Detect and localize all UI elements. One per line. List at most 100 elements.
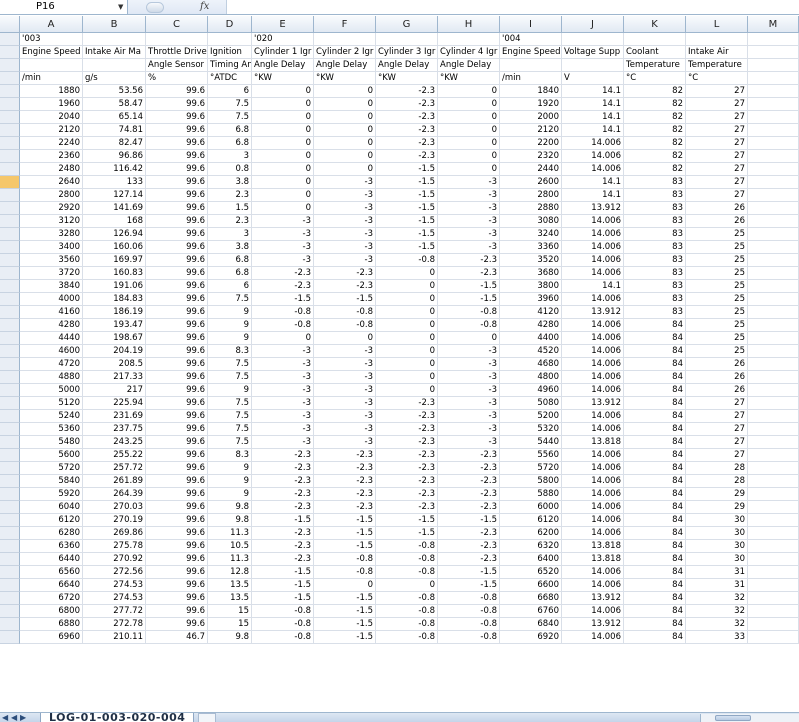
row-header[interactable] (0, 371, 20, 384)
cell-c[interactable]: 99.6 (146, 553, 208, 566)
cell-i[interactable]: 6600 (500, 579, 562, 592)
cell-b[interactable]: 270.19 (83, 514, 146, 527)
cell-c[interactable]: 99.6 (146, 267, 208, 280)
cell-b[interactable]: 133 (83, 176, 146, 189)
cell-m[interactable] (748, 280, 799, 293)
cell-j[interactable]: 14.1 (562, 124, 624, 137)
cell-i[interactable]: 6200 (500, 527, 562, 540)
cell-f[interactable]: -2.3 (314, 501, 376, 514)
cell-h[interactable]: -1.5 (438, 293, 500, 306)
cell-g[interactable]: 0 (376, 358, 438, 371)
cell-g[interactable]: -1.5 (376, 527, 438, 540)
cell-m[interactable] (748, 592, 799, 605)
cell-k[interactable]: 84 (624, 462, 686, 475)
cell-m[interactable] (748, 33, 799, 46)
insert-function-icon[interactable]: fx (200, 0, 209, 14)
cell-c[interactable]: 99.6 (146, 137, 208, 150)
cell-a[interactable]: 6040 (20, 501, 83, 514)
cell-g[interactable]: -2.3 (376, 85, 438, 98)
cell-f[interactable]: -1.5 (314, 527, 376, 540)
cell-a[interactable]: 6720 (20, 592, 83, 605)
cell-h[interactable]: °KW (438, 72, 500, 85)
cell-b[interactable]: 231.69 (83, 410, 146, 423)
cell-b[interactable]: 257.72 (83, 462, 146, 475)
cell-e[interactable]: -3 (252, 228, 314, 241)
scrollbar-thumb[interactable] (715, 715, 751, 721)
cell-b[interactable]: 186.19 (83, 306, 146, 319)
cell-h[interactable]: -1.5 (438, 280, 500, 293)
cell-h[interactable]: -2.3 (438, 462, 500, 475)
row-header[interactable] (0, 202, 20, 215)
formula-input[interactable] (226, 0, 799, 14)
cell-g[interactable]: -0.8 (376, 254, 438, 267)
cell-j[interactable]: 14.006 (562, 423, 624, 436)
cell-j[interactable]: 14.1 (562, 280, 624, 293)
cell-d[interactable]: 7.5 (208, 111, 252, 124)
cell-g[interactable]: -2.3 (376, 98, 438, 111)
cell-g[interactable]: -2.3 (376, 137, 438, 150)
cell-j[interactable]: 14.006 (562, 488, 624, 501)
cell-e[interactable]: '020 (252, 33, 314, 46)
cell-c[interactable]: 99.6 (146, 384, 208, 397)
cell-k[interactable]: 84 (624, 592, 686, 605)
cell-g[interactable]: -2.3 (376, 423, 438, 436)
cell-d[interactable]: 9 (208, 332, 252, 345)
cell-l[interactable]: 27 (686, 397, 748, 410)
cell-i[interactable] (500, 59, 562, 72)
cell-b[interactable]: 210.11 (83, 631, 146, 644)
cell-g[interactable]: -2.3 (376, 124, 438, 137)
cell-f[interactable]: -2.3 (314, 280, 376, 293)
cell-f[interactable]: -3 (314, 202, 376, 215)
cell-h[interactable]: -3 (438, 345, 500, 358)
cell-l[interactable]: 31 (686, 566, 748, 579)
cell-h[interactable]: -3 (438, 358, 500, 371)
cell-m[interactable] (748, 410, 799, 423)
cell-d[interactable]: 1.5 (208, 202, 252, 215)
cell-i[interactable]: 2800 (500, 189, 562, 202)
cell-h[interactable]: -3 (438, 410, 500, 423)
cell-m[interactable] (748, 345, 799, 358)
cell-m[interactable] (748, 475, 799, 488)
cell-d[interactable]: 7.5 (208, 410, 252, 423)
cell-e[interactable]: -3 (252, 410, 314, 423)
cell-c[interactable]: 99.6 (146, 306, 208, 319)
cell-k[interactable] (624, 33, 686, 46)
cell-c[interactable]: 99.6 (146, 163, 208, 176)
name-box[interactable]: P16 (0, 0, 128, 14)
cell-f[interactable]: -3 (314, 358, 376, 371)
cell-m[interactable] (748, 449, 799, 462)
cell-b[interactable]: 261.89 (83, 475, 146, 488)
cell-f[interactable]: -3 (314, 215, 376, 228)
cell-i[interactable]: 5320 (500, 423, 562, 436)
cell-j[interactable]: 13.818 (562, 436, 624, 449)
cell-a[interactable] (20, 59, 83, 72)
cell-f[interactable]: -0.8 (314, 553, 376, 566)
cell-j[interactable]: 14.006 (562, 254, 624, 267)
cell-i[interactable]: 3240 (500, 228, 562, 241)
row-header[interactable] (0, 358, 20, 371)
cell-k[interactable]: 84 (624, 579, 686, 592)
cell-b[interactable]: 65.14 (83, 111, 146, 124)
row-header[interactable] (0, 462, 20, 475)
cell-b[interactable]: g/s (83, 72, 146, 85)
cell-j[interactable] (562, 59, 624, 72)
row-header[interactable] (0, 397, 20, 410)
cell-g[interactable]: -0.8 (376, 540, 438, 553)
cell-m[interactable] (748, 371, 799, 384)
cell-d[interactable]: 11.3 (208, 527, 252, 540)
cell-m[interactable] (748, 436, 799, 449)
row-header[interactable] (0, 46, 20, 59)
cell-a[interactable]: '003 (20, 33, 83, 46)
cell-l[interactable]: 26 (686, 202, 748, 215)
cell-m[interactable] (748, 527, 799, 540)
cell-c[interactable]: 99.6 (146, 85, 208, 98)
cell-c[interactable]: 99.6 (146, 319, 208, 332)
row-header[interactable] (0, 293, 20, 306)
cell-a[interactable]: 6800 (20, 605, 83, 618)
cell-h[interactable]: -1.5 (438, 579, 500, 592)
cell-i[interactable]: 2120 (500, 124, 562, 137)
cell-e[interactable]: °KW (252, 72, 314, 85)
cell-d[interactable]: 2.3 (208, 189, 252, 202)
row-header[interactable] (0, 150, 20, 163)
cell-h[interactable]: -3 (438, 371, 500, 384)
